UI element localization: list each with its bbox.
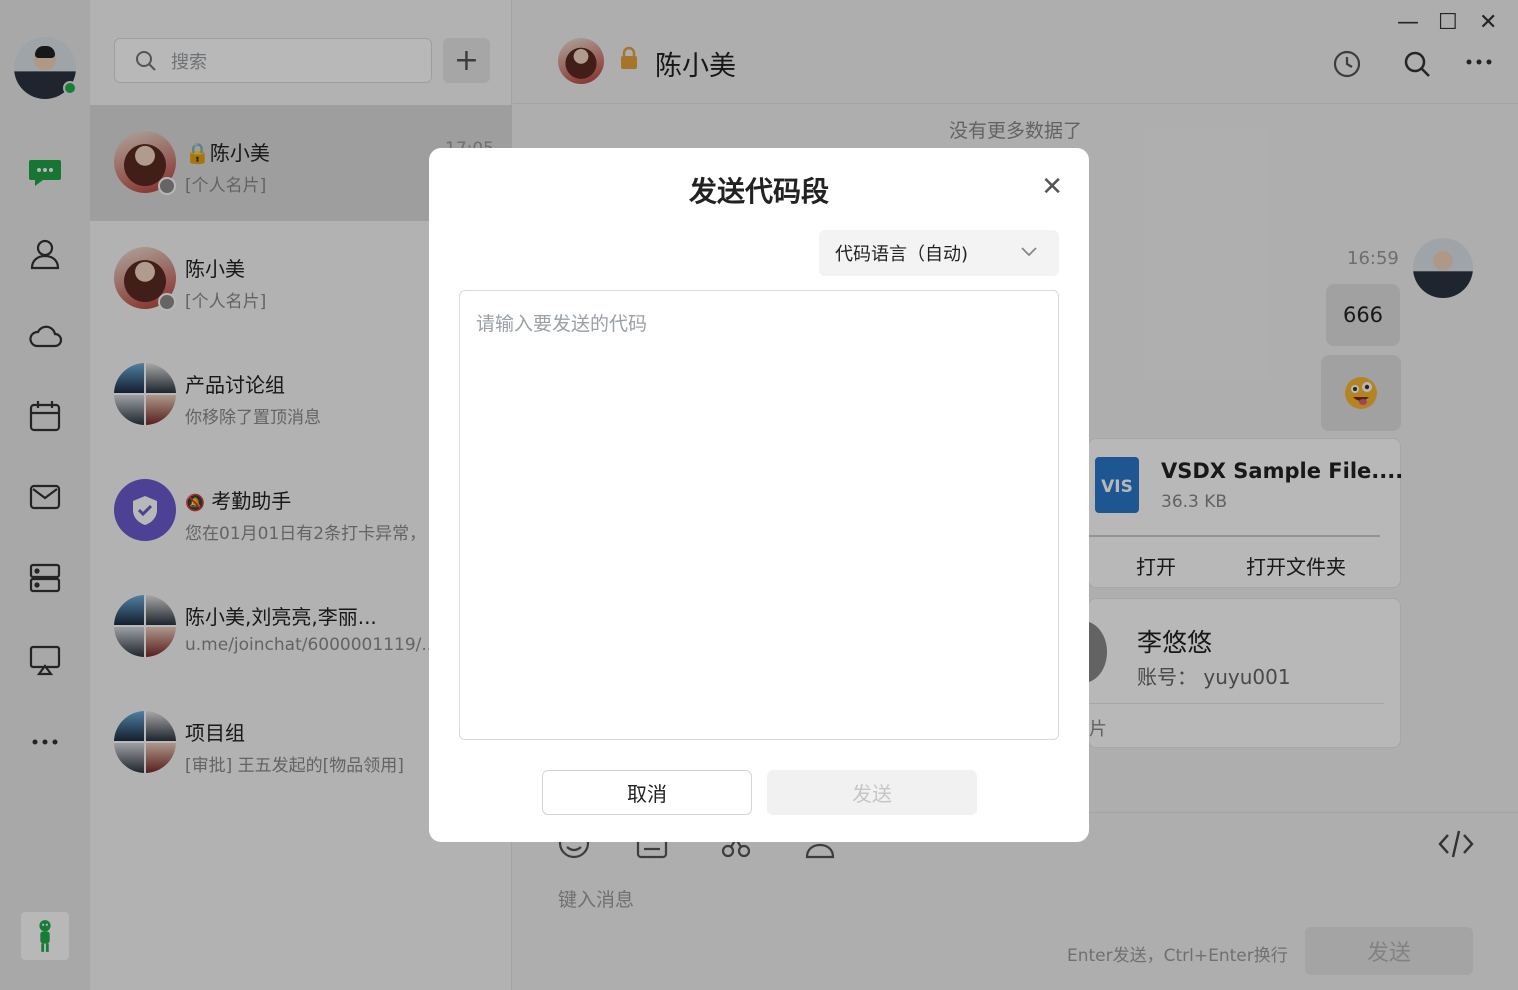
chevron-down-icon: [1021, 247, 1037, 257]
code-language-select[interactable]: 代码语言（自动): [819, 230, 1059, 276]
code-input[interactable]: [459, 290, 1059, 740]
send-code-button[interactable]: 发送: [767, 770, 977, 815]
close-icon[interactable]: ✕: [1041, 172, 1063, 202]
dialog-title: 发送代码段: [688, 175, 829, 208]
send-code-dialog: 发送代码段 ✕ 代码语言（自动) 取消 发送: [429, 148, 1089, 842]
code-language-value: 代码语言（自动): [835, 244, 969, 265]
cancel-button[interactable]: 取消: [542, 770, 752, 815]
